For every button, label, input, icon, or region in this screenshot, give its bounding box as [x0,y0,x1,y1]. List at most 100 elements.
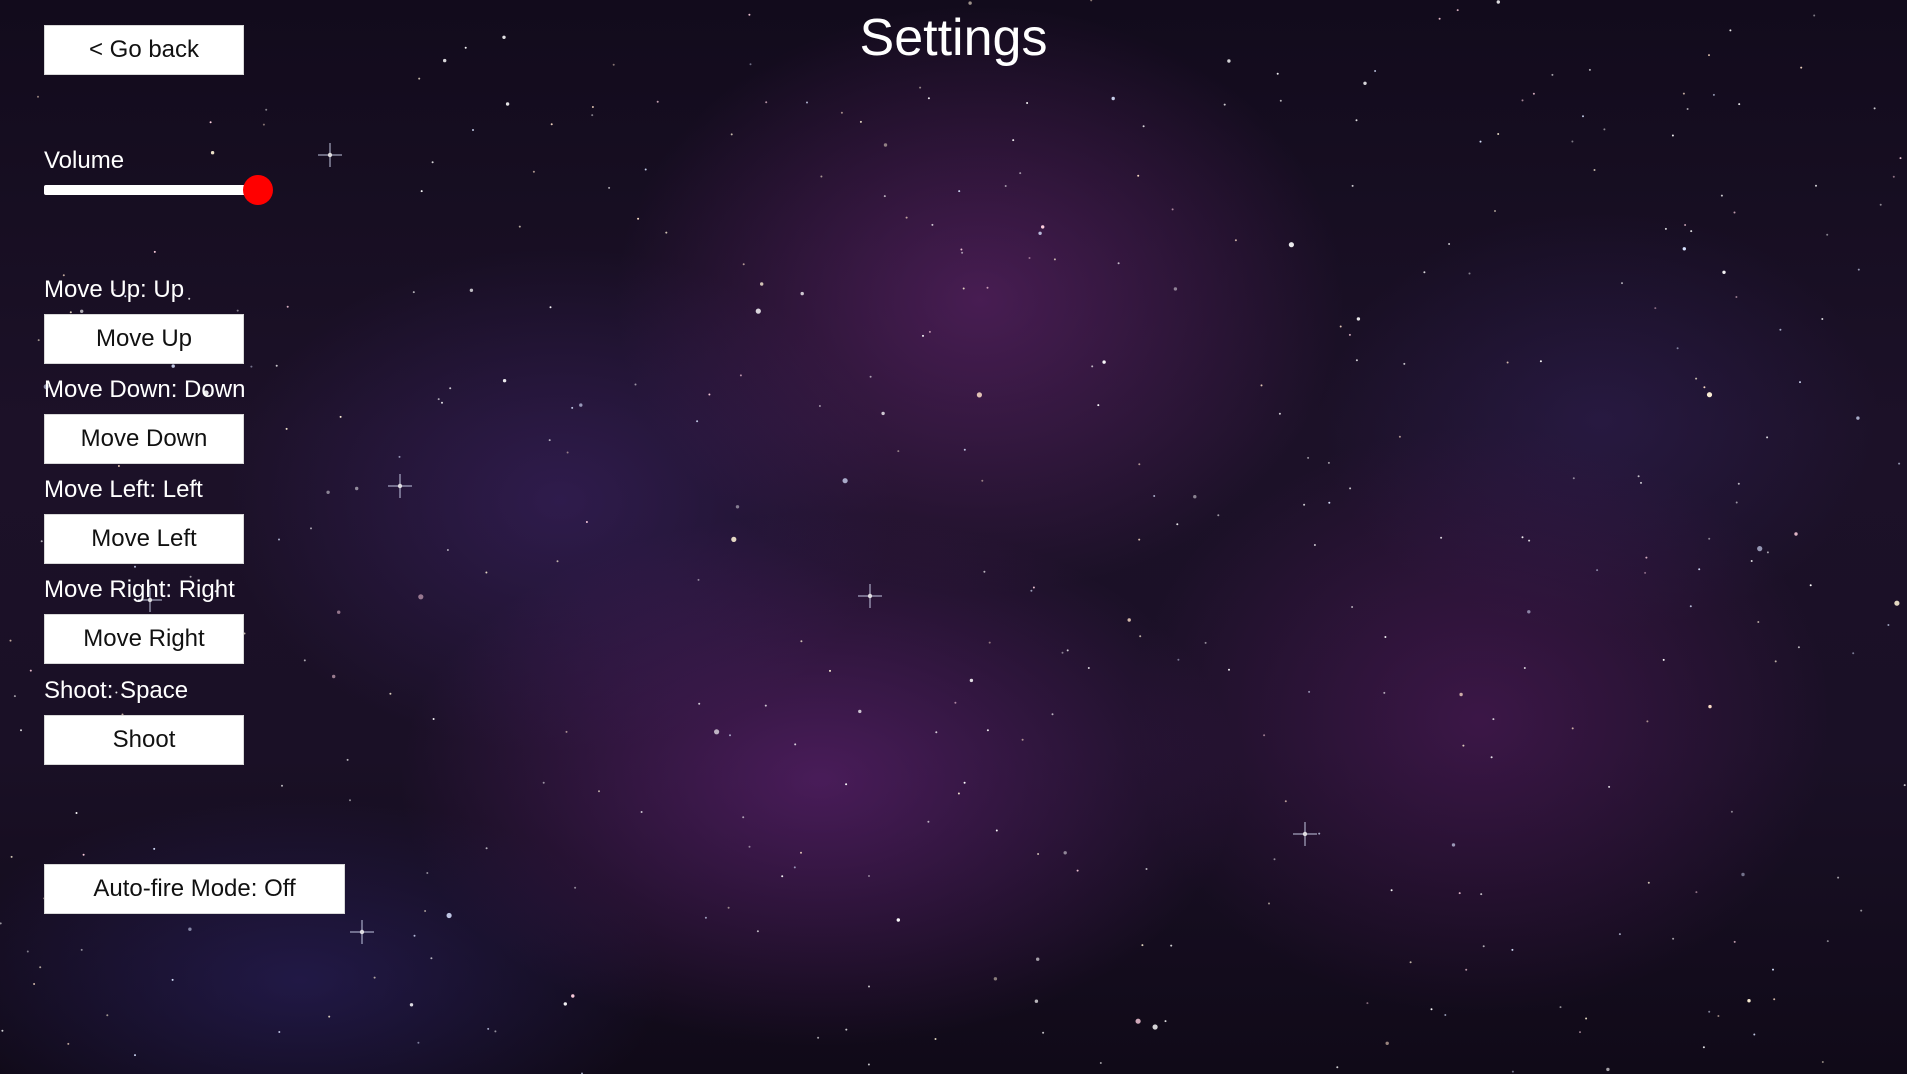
move-up-button[interactable]: Move Up [44,314,244,364]
star [1383,691,1386,694]
star [1127,618,1131,622]
star [579,403,583,407]
star [637,217,640,220]
star [1528,539,1531,542]
move-left-button[interactable]: Move Left [44,514,244,564]
star [1042,1031,1045,1034]
star [922,334,924,337]
star [1284,800,1287,803]
move-right-binding-label: Move Right: Right [44,576,235,603]
star [355,486,359,491]
star [1527,610,1531,614]
move-down-button[interactable]: Move Down [44,414,244,464]
star [310,527,312,530]
go-back-button[interactable]: < Go back [44,25,244,75]
move-right-button[interactable]: Move Right [44,614,244,664]
star [332,674,336,679]
star [1490,756,1493,759]
star [1695,891,1698,894]
star [1603,128,1606,131]
star [1448,243,1451,245]
star [1482,945,1485,948]
star [1263,734,1266,737]
star [845,1028,848,1031]
star [591,106,594,108]
star [794,743,797,746]
star [20,729,22,732]
star [0,922,2,925]
star [829,669,831,672]
star [961,251,964,254]
star [1708,537,1711,540]
shoot-button[interactable]: Shoot [44,715,244,765]
star [1706,392,1713,398]
star [37,95,39,98]
star [441,401,443,404]
star [1708,704,1712,709]
star [993,977,998,981]
star [1076,869,1079,872]
volume-slider-track[interactable] [44,185,259,195]
star [842,478,848,484]
star [896,918,900,922]
star [1676,347,1679,350]
star [1273,858,1276,861]
star [413,934,416,937]
star [591,114,594,117]
star [585,521,588,523]
star [1894,600,1900,606]
star [1647,881,1650,884]
star [550,123,553,126]
star [1898,462,1901,465]
star [644,168,647,171]
star [1313,544,1316,546]
star [417,1041,420,1044]
star [656,100,659,103]
volume-slider-thumb[interactable] [243,175,273,205]
star [1494,210,1496,212]
star [1030,589,1033,592]
star [1403,362,1406,365]
shoot-binding-label: Shoot: Space [44,677,189,704]
star [840,111,843,114]
star [1662,658,1665,661]
star [485,847,488,850]
autofire-toggle-button[interactable]: Auto-fire Mode: Off [44,864,345,914]
star [1099,1062,1102,1064]
star [1779,328,1782,331]
star [106,1014,109,1017]
star [1142,125,1145,128]
star [1019,172,1022,175]
star [935,731,938,734]
star [1521,536,1524,539]
star [1349,487,1352,490]
star [1757,546,1763,552]
star [820,175,823,178]
volume-slider[interactable] [44,174,274,206]
star [1102,360,1106,364]
star [1772,968,1774,971]
star [80,309,84,313]
star [735,505,740,509]
star [1887,624,1890,626]
star [188,297,191,300]
star [117,465,120,467]
star [565,730,568,733]
star [1034,999,1039,1003]
star [262,123,265,126]
star [1479,140,1482,143]
star [13,695,16,698]
star [1703,386,1706,389]
star [1090,0,1093,2]
star [134,565,136,568]
star [1384,636,1387,638]
star [431,161,434,164]
star [988,641,991,644]
star [1026,102,1029,104]
star [1640,481,1642,484]
star [1750,560,1753,562]
star [1480,893,1483,896]
star [446,549,449,551]
star [303,659,306,662]
star [26,950,29,953]
